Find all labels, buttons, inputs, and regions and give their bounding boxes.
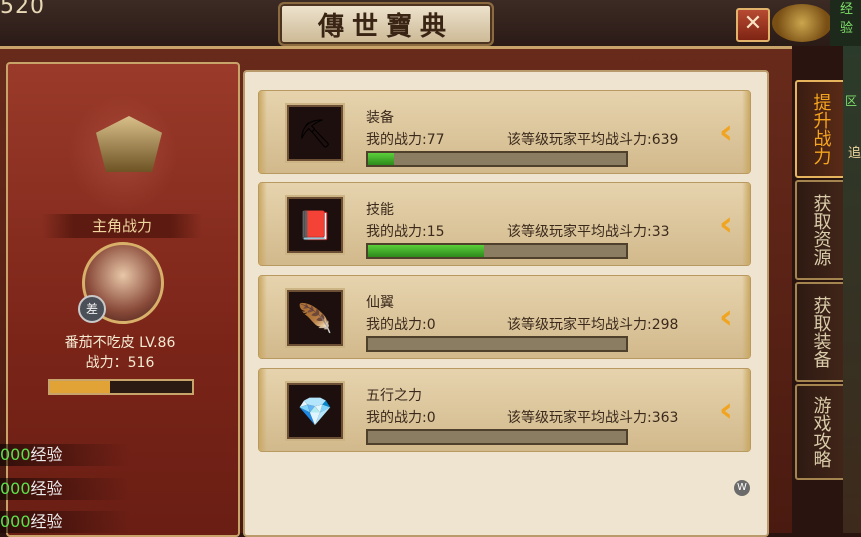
tab-4[interactable]: 游戏攻略: [795, 384, 846, 480]
power-progress-fill: [368, 153, 394, 165]
my-power-text: 我的战力:15: [366, 224, 445, 240]
feather-icon: 🪶: [287, 290, 343, 346]
power-progress-bar: [366, 429, 628, 445]
character-name-level: 番茄不吃皮 LV.86: [64, 335, 176, 351]
power-item-card[interactable]: 🪶 仙翼我的战力:0 该等级玩家平均战斗力:298 ‹: [258, 275, 751, 359]
tab-3[interactable]: 获取装备: [795, 282, 846, 382]
exp-strip: 000经验: [0, 444, 130, 466]
top-number: 520: [0, 0, 45, 19]
power-item-name: 技能: [366, 202, 394, 218]
average-power-text: 该等级玩家平均战斗力:33: [507, 224, 670, 240]
top-bar: 520 傳世寶典 经验: [0, 0, 861, 49]
my-power-text: 我的战力:77: [366, 132, 445, 148]
chevron-left-icon[interactable]: ‹: [719, 115, 743, 149]
right-edge-label: 区: [845, 94, 858, 108]
character-section-title: 主角战力: [42, 214, 202, 238]
exp-strip-label: 经验: [30, 445, 63, 464]
exp-strip-number: 000: [0, 445, 31, 464]
average-power-text: 该等级玩家平均战斗力:363: [507, 410, 679, 426]
power-item-name: 装备: [366, 110, 394, 126]
power-item-card[interactable]: 💎 五行之力我的战力:0 该等级玩家平均战斗力:363 ‹: [258, 368, 751, 452]
tab-2[interactable]: 获取资源: [795, 180, 846, 280]
chevron-left-icon[interactable]: ‹: [719, 393, 743, 427]
my-power-text: 我的战力:0: [366, 410, 436, 426]
my-power-text: 我的战力:0: [366, 317, 436, 333]
tab-1[interactable]: 提升战力: [795, 80, 846, 178]
average-power-text: 该等级玩家平均战斗力:298: [507, 317, 679, 333]
power-progress-bar: [366, 151, 628, 167]
chevron-left-icon[interactable]: ‹: [719, 207, 743, 241]
exp-strip: 000经验: [0, 511, 130, 533]
close-button[interactable]: ✕: [736, 8, 770, 42]
watermark-badge: W: [734, 480, 750, 496]
window-title: 傳世寶典: [278, 2, 494, 46]
pickaxe-icon: ⛏: [287, 105, 343, 161]
crystal-icon: 💎: [287, 383, 343, 439]
ornament-icon: [772, 4, 832, 42]
rank-badge: 差: [78, 295, 106, 323]
exp-strip-number: 000: [0, 512, 31, 531]
power-item-name: 五行之力: [366, 388, 422, 404]
right-edge-background: [843, 46, 861, 533]
power-item-name: 仙翼: [366, 295, 394, 311]
power-item-card[interactable]: 📕 技能我的战力:15 该等级玩家平均战斗力:33 ‹: [258, 182, 751, 266]
exp-strip-label: 经验: [30, 479, 63, 498]
character-power: 战力：516: [85, 355, 155, 371]
power-progress-bar: [366, 243, 628, 259]
chevron-left-icon[interactable]: ‹: [719, 300, 743, 334]
average-power-text: 该等级玩家平均战斗力:639: [507, 132, 679, 148]
exp-strip-number: 000: [0, 479, 31, 498]
character-power-bar-fill: [50, 381, 110, 393]
exp-strip-label: 经验: [30, 512, 63, 531]
power-item-card[interactable]: ⛏ 装备我的战力:77 该等级玩家平均战斗力:639 ‹: [258, 90, 751, 174]
right-edge-label-secondary: 追: [848, 146, 861, 161]
exp-strip: 000经验: [0, 478, 130, 500]
power-progress-bar: [366, 336, 628, 352]
character-power-bar: [48, 379, 194, 395]
book-icon: 📕: [287, 197, 343, 253]
power-progress-fill: [368, 245, 485, 257]
corner-exp-text: 经验: [840, 2, 854, 36]
